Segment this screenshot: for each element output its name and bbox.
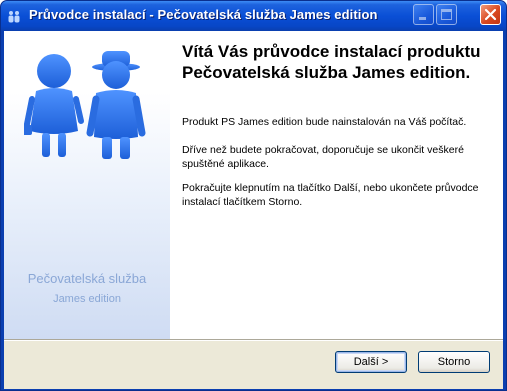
- continue-paragraph: Pokračujte klepnutím na tlačítko Další, …: [182, 182, 479, 208]
- welcome-heading: Vítá Vás průvodce instalací produktu Peč…: [182, 42, 481, 82]
- close-icon: [484, 8, 497, 21]
- title-bar[interactable]: Průvodce instalací - Pečovatelská služba…: [1, 1, 506, 31]
- maximize-icon: [441, 9, 452, 20]
- wizard-content: Vítá Vás průvodce instalací produktu Peč…: [170, 31, 503, 339]
- people-icon: [8, 11, 20, 23]
- window-title: Průvodce instalací - Pečovatelská služba…: [29, 7, 378, 22]
- next-button[interactable]: Další >: [335, 351, 407, 373]
- brand-name: Pečovatelská služba: [27, 271, 147, 286]
- people-logo-icon: [24, 51, 146, 159]
- button-separator: [4, 339, 503, 341]
- cancel-button[interactable]: Storno: [418, 351, 490, 373]
- installer-window: Průvodce instalací - Pečovatelská služba…: [0, 0, 507, 391]
- intro-paragraph: Produkt PS James edition bude nainstalov…: [182, 116, 467, 128]
- minimize-icon: [419, 17, 426, 20]
- minimize-button[interactable]: [413, 4, 434, 25]
- wizard-client-area: Pečovatelská služba James edition Vítá V…: [4, 31, 503, 389]
- maximize-button[interactable]: [436, 4, 457, 25]
- close-apps-paragraph: Dříve než budete pokračovat, doporučuje …: [182, 144, 464, 170]
- close-button[interactable]: [480, 4, 501, 25]
- brand-edition: James edition: [53, 293, 121, 305]
- wizard-side-panel: Pečovatelská služba James edition: [4, 31, 170, 339]
